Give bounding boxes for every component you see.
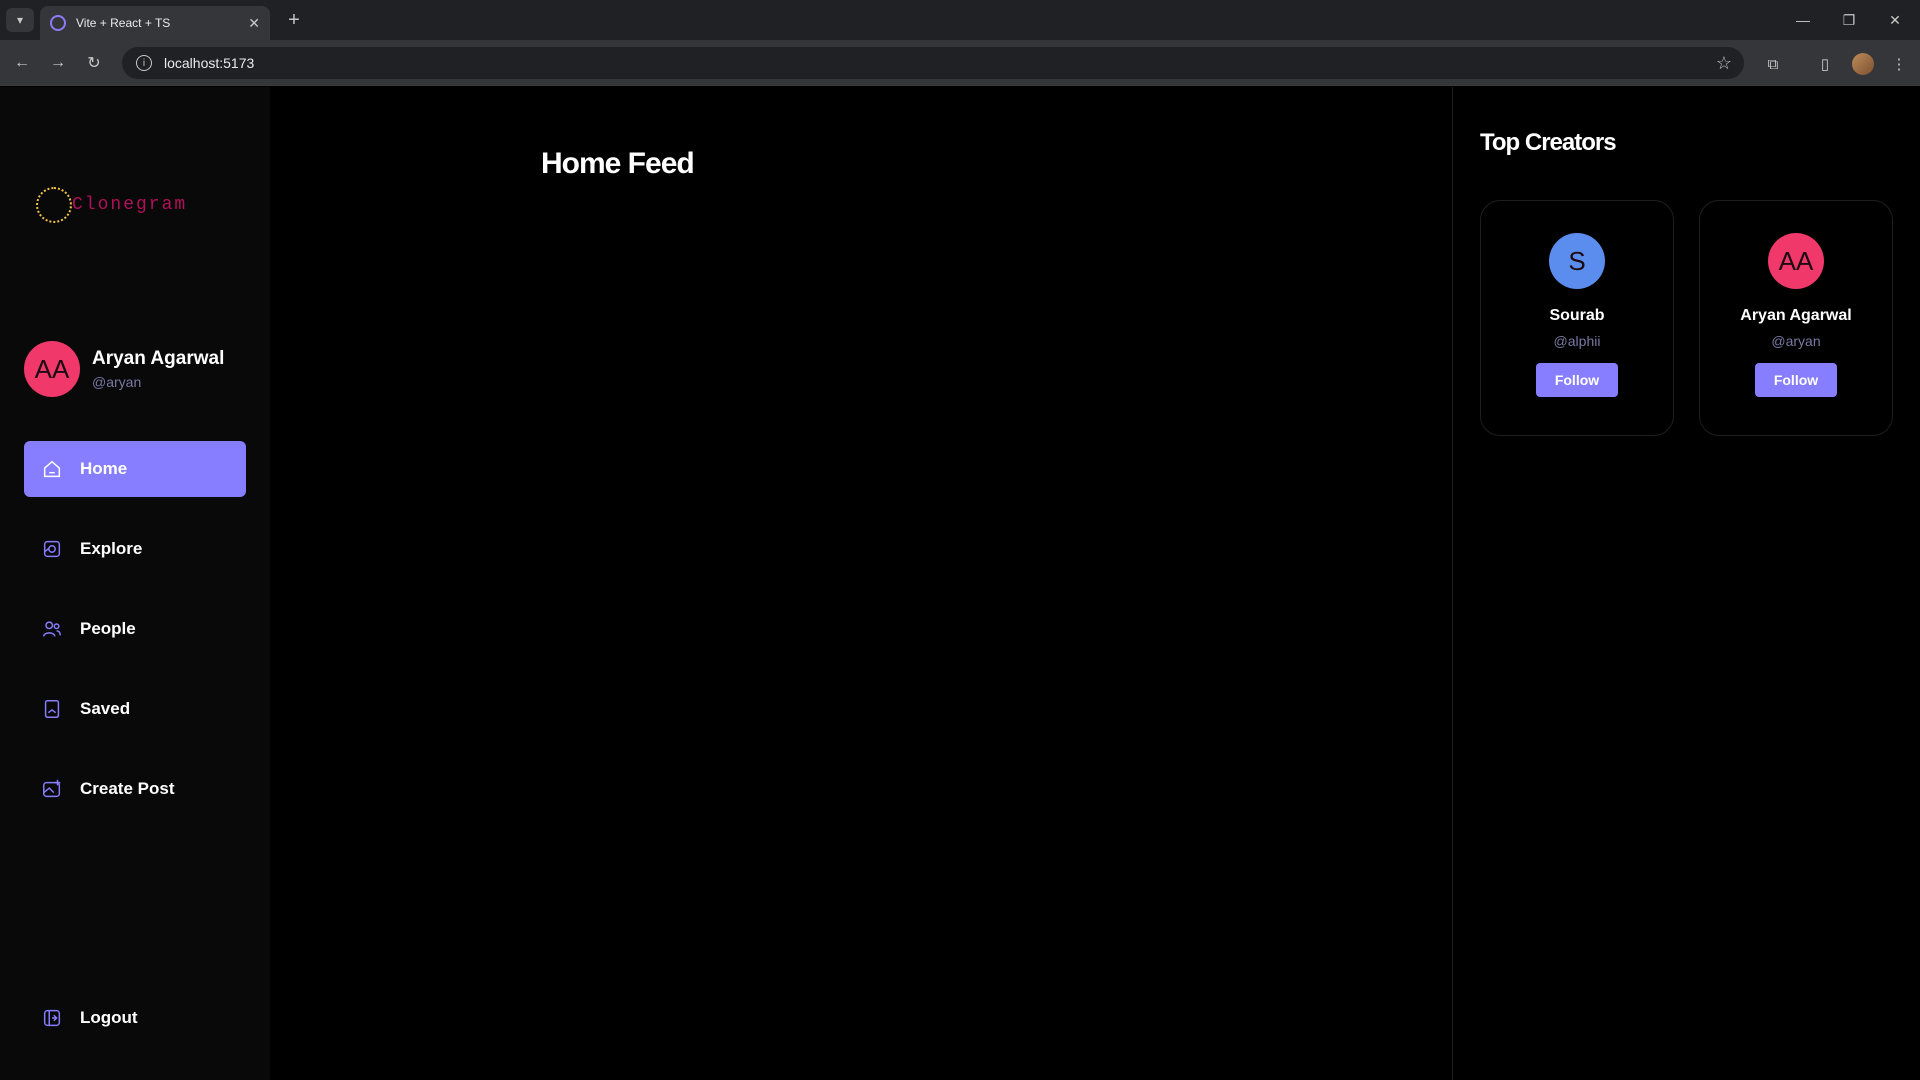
reload-icon[interactable]: ↻ (82, 51, 106, 75)
sidebar-item-create-post[interactable]: Create Post (24, 761, 246, 817)
logout-icon (40, 1006, 64, 1030)
people-icon (40, 617, 64, 641)
logout-label: Logout (80, 1008, 138, 1027)
profile-handle: @aryan (92, 374, 142, 390)
creator-handle: @aryan (1771, 333, 1821, 349)
sidebar-item-label: Create Post (80, 779, 175, 798)
star-icon[interactable]: ☆ (1716, 53, 1732, 74)
follow-button[interactable]: Follow (1755, 363, 1837, 397)
avatar: AA (24, 341, 80, 397)
browser-toolbar: ← → ↻ i localhost:5173 ☆ ⧉ ▯ ⋮ (0, 40, 1920, 86)
forward-icon[interactable]: → (46, 51, 70, 75)
close-icon[interactable]: ✕ (248, 15, 260, 32)
minimize-icon[interactable]: — (1780, 0, 1826, 40)
address-bar[interactable]: i localhost:5173 ☆ (122, 47, 1744, 79)
create-post-icon (40, 777, 64, 801)
profile-icon[interactable] (1852, 53, 1874, 75)
left-sidebar: Clonegram AA Aryan Agarwal @aryan Home E… (0, 87, 270, 1080)
browser-tab[interactable]: Vite + React + TS ✕ (40, 6, 270, 40)
tab-favicon (50, 15, 66, 31)
logo[interactable]: Clonegram (36, 187, 187, 223)
app-root: Clonegram AA Aryan Agarwal @aryan Home E… (0, 87, 1920, 1080)
avatar: AA (1768, 233, 1824, 289)
saved-icon (40, 697, 64, 721)
plus-icon[interactable]: + (282, 8, 306, 32)
home-icon (40, 457, 64, 481)
info-icon[interactable]: i (136, 55, 152, 71)
profile-name: Aryan Agarwal (92, 348, 225, 369)
restore-icon[interactable]: ❐ (1826, 0, 1872, 40)
creator-card[interactable]: AA Aryan Agarwal @aryan Follow (1699, 200, 1893, 436)
window-close-icon[interactable]: ✕ (1872, 0, 1918, 40)
logout-button[interactable]: Logout (24, 990, 246, 1046)
back-icon[interactable]: ← (10, 51, 34, 75)
tab-title: Vite + React + TS (76, 16, 171, 30)
creator-name: Aryan Agarwal (1740, 307, 1852, 324)
logo-text: Clonegram (72, 195, 188, 215)
sidebar-item-label: Home (80, 459, 128, 478)
sidepanel-icon[interactable]: ▯ (1814, 53, 1836, 75)
browser-tabbar: ▾ Vite + React + TS ✕ + — ❐ ✕ (0, 0, 1920, 40)
tab-list-icon[interactable]: ▾ (6, 8, 34, 32)
sidebar-item-label: Saved (80, 699, 131, 718)
home-feed: Home Feed (270, 87, 1452, 1080)
follow-button[interactable]: Follow (1536, 363, 1618, 397)
url-text: localhost:5173 (164, 55, 255, 71)
right-sidebar: Top Creators S Sourab @alphii Follow AA … (1452, 87, 1920, 1080)
profile-summary[interactable]: AA Aryan Agarwal @aryan (24, 341, 224, 397)
sidebar-item-people[interactable]: People (24, 601, 246, 657)
sidebar-item-label: People (80, 619, 136, 638)
creator-name: Sourab (1549, 307, 1605, 324)
top-creators-title: Top Creators (1480, 129, 1617, 156)
sidebar-item-label: Explore (80, 539, 143, 558)
sidebar-item-home[interactable]: Home (24, 441, 246, 497)
creator-handle: @alphii (1553, 333, 1601, 349)
sidebar-item-saved[interactable]: Saved (24, 681, 246, 737)
creator-card[interactable]: S Sourab @alphii Follow (1480, 200, 1674, 436)
avatar: S (1549, 233, 1605, 289)
extensions-icon[interactable]: ⧉ (1762, 53, 1784, 75)
page-title: Home Feed (541, 147, 695, 180)
menu-icon[interactable]: ⋮ (1888, 53, 1910, 75)
sidebar-item-explore[interactable]: Explore (24, 521, 246, 577)
explore-icon (40, 537, 64, 561)
logo-ring-icon (36, 187, 72, 223)
